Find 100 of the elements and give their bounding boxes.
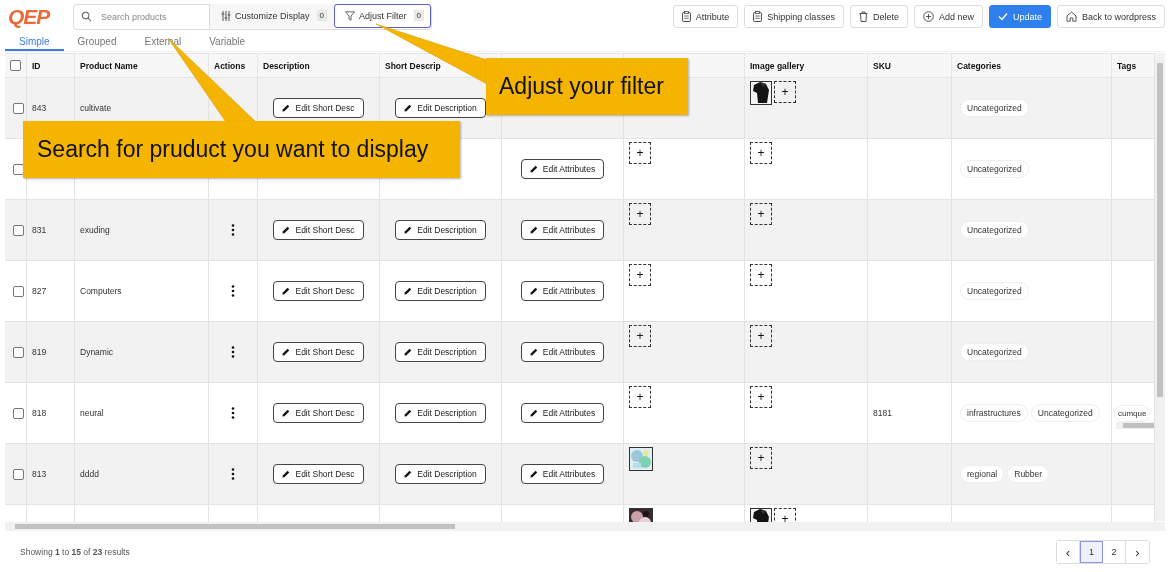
category-tag: infrastructures: [960, 404, 1028, 422]
pencil-icon: [404, 104, 413, 112]
pencil-icon: [404, 470, 413, 478]
more-icon[interactable]: [231, 407, 235, 419]
table-cell: 831: [32, 225, 47, 235]
pencil-icon: [529, 287, 538, 295]
checkbox[interactable]: [12, 102, 24, 114]
add-image-button[interactable]: +: [774, 81, 796, 103]
checkbox[interactable]: [12, 468, 24, 480]
edit-button[interactable]: Edit Description: [395, 342, 486, 362]
edit-button[interactable]: Edit Description: [395, 98, 486, 118]
edit-button[interactable]: Edit Short Desc: [273, 403, 364, 423]
table-cell: 843: [32, 103, 47, 113]
checkbox[interactable]: [12, 407, 24, 419]
table-cell: 8181: [873, 408, 892, 418]
pencil-icon: [404, 226, 413, 234]
add-image-button[interactable]: +: [750, 142, 772, 164]
scrollbar[interactable]: [1116, 422, 1154, 429]
pencil-icon: [529, 409, 538, 417]
edit-button[interactable]: Edit Attributes: [520, 281, 605, 301]
tab[interactable]: Grouped: [63, 34, 131, 51]
toolbar-button[interactable]: Shipping classes: [744, 5, 844, 28]
column-header: Categories: [957, 60, 1001, 71]
add-image-button[interactable]: +: [750, 386, 772, 408]
add-image-button[interactable]: +: [629, 264, 651, 286]
home-icon: [1065, 11, 1077, 22]
column-header: Tags: [1117, 60, 1137, 71]
category-tag: Uncategorized: [960, 343, 1029, 361]
add-image-button[interactable]: +: [750, 447, 772, 469]
edit-button[interactable]: Edit Short Desc: [273, 220, 364, 240]
edit-button[interactable]: Edit Attributes: [520, 220, 605, 240]
sliders-icon: [221, 10, 231, 21]
search-icon: [81, 11, 92, 22]
toolbar-button[interactable]: Delete: [849, 5, 908, 28]
edit-button[interactable]: Edit Description: [395, 281, 486, 301]
more-icon[interactable]: [231, 468, 235, 480]
pencil-icon: [282, 104, 291, 112]
edit-button[interactable]: Edit Short Desc: [273, 342, 364, 362]
customize-display-button[interactable]: Customize Display 0: [210, 3, 334, 28]
add-image-button[interactable]: +: [629, 142, 651, 164]
category-tag: regional: [960, 465, 1005, 483]
column-header: ID: [32, 60, 41, 71]
pencil-icon: [282, 348, 291, 356]
trash-icon: [858, 11, 868, 22]
results-summary: Showing 1 to 15 of 23 results: [20, 547, 130, 557]
page-button[interactable]: 1: [1080, 541, 1103, 563]
checkbox[interactable]: [12, 346, 24, 358]
vertical-scrollbar[interactable]: [1155, 53, 1165, 521]
toolbar-button[interactable]: Add new: [913, 5, 983, 28]
table-cell: 818: [32, 408, 47, 418]
tag: cumque: [1114, 404, 1151, 422]
filter-button[interactable]: Adjust Filter 0: [334, 3, 431, 28]
more-icon[interactable]: [231, 224, 235, 236]
search-field[interactable]: Search products: [99, 10, 203, 23]
more-icon[interactable]: [231, 285, 235, 297]
table-cell: 827: [32, 286, 47, 296]
column-header: Product Name: [80, 60, 138, 71]
edit-button[interactable]: Edit Attributes: [520, 342, 605, 362]
pencil-icon: [529, 165, 538, 173]
logo: QEP: [8, 4, 51, 29]
edit-button[interactable]: Edit Attributes: [520, 159, 605, 179]
category-tag: Uncategorized: [960, 160, 1029, 178]
add-image-button[interactable]: +: [629, 386, 651, 408]
edit-button[interactable]: Edit Description: [395, 220, 486, 240]
pencil-icon: [404, 409, 413, 417]
edit-button[interactable]: Edit Short Desc: [273, 281, 364, 301]
edit-button[interactable]: Edit Short Desc: [273, 98, 364, 118]
pencil-icon: [529, 348, 538, 356]
edit-button[interactable]: Edit Description: [395, 464, 486, 484]
tab[interactable]: Simple: [5, 34, 64, 51]
checkbox[interactable]: [10, 60, 21, 71]
toolbar-button[interactable]: Attribute: [672, 5, 739, 28]
add-image-button[interactable]: +: [750, 264, 772, 286]
pencil-icon: [282, 287, 291, 295]
pencil-icon: [404, 348, 413, 356]
count-badge: 0: [316, 10, 327, 21]
add-image-button[interactable]: +: [629, 325, 651, 347]
clipboard-icon: [753, 11, 763, 22]
add-image-button[interactable]: +: [750, 325, 772, 347]
edit-button[interactable]: Edit Short Desc: [273, 464, 364, 484]
category-tag: Uncategorized: [1030, 404, 1100, 422]
category-tag: Uncategorized: [960, 99, 1029, 117]
column-header: Short Descrip: [385, 60, 441, 71]
edit-button[interactable]: Edit Description: [395, 403, 486, 423]
funnel-icon: [345, 10, 355, 21]
checkbox[interactable]: [12, 224, 24, 236]
more-icon[interactable]: [231, 346, 235, 358]
callout: Adjust your filter: [486, 58, 688, 115]
edit-button[interactable]: Edit Attributes: [520, 464, 605, 484]
horizontal-scrollbar[interactable]: [5, 522, 1165, 531]
update-button[interactable]: Update: [988, 5, 1051, 28]
toolbar-button[interactable]: Back to wordpress: [1056, 5, 1165, 28]
column-header: Description: [263, 60, 310, 71]
checkbox[interactable]: [12, 285, 24, 297]
table-cell: exuding: [80, 225, 110, 235]
edit-button[interactable]: Edit Attributes: [520, 403, 605, 423]
add-image-button[interactable]: +: [629, 203, 651, 225]
table-cell: dddd: [80, 469, 99, 479]
add-image-button[interactable]: +: [750, 203, 772, 225]
tab[interactable]: Variable: [195, 34, 260, 51]
